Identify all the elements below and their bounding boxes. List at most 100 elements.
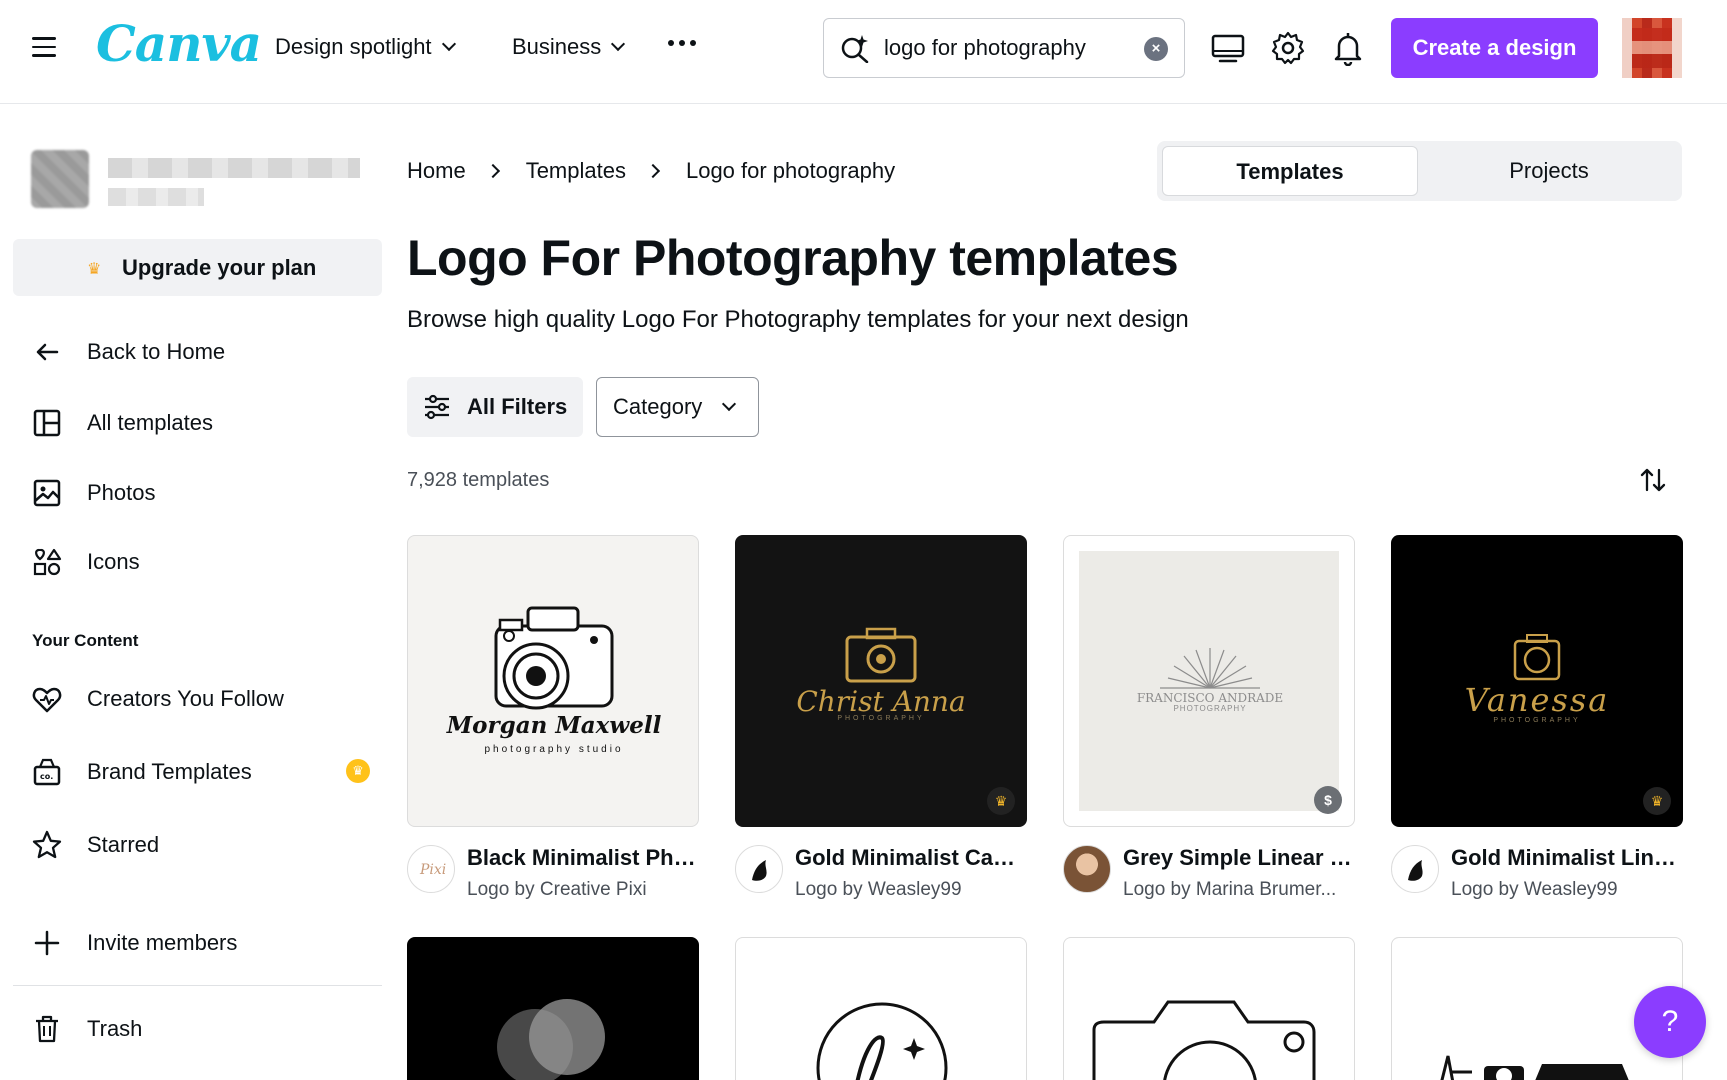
art-brand-name: Vanessa: [1464, 681, 1610, 719]
sidebar-item-icons[interactable]: Icons: [31, 546, 140, 578]
sidebar-item-creators-follow[interactable]: Creators You Follow: [31, 683, 284, 715]
search-value: logo for photography: [884, 35, 1086, 60]
sidebar-item-label: Brand Templates: [87, 759, 252, 784]
help-button[interactable]: ?: [1634, 986, 1706, 1058]
art-brand-sub: PHOTOGRAPHY: [837, 715, 925, 722]
template-thumbnail[interactable]: [735, 937, 1027, 1080]
nav-business[interactable]: Business: [512, 34, 626, 60]
creator-avatar[interactable]: [1063, 845, 1111, 893]
template-card[interactable]: FRANCISCO ANDRADE PHOTOGRAPHY $ Grey Sim…: [1063, 535, 1355, 913]
your-content-heading: Your Content: [32, 631, 139, 650]
crown-icon: ♛: [87, 261, 102, 278]
sidebar-divider: [13, 985, 382, 986]
card-author[interactable]: Logo by Weasley99: [1451, 879, 1683, 901]
breadcrumb-home[interactable]: Home: [407, 158, 466, 184]
template-card[interactable]: Vanessa PHOTOGRAPHY ♛ Gold Minimalist Li…: [1391, 535, 1683, 913]
breadcrumb: Home Templates Logo for photography: [407, 158, 895, 184]
pro-crown-icon: ♛: [987, 787, 1015, 815]
upgrade-label: Upgrade your plan: [122, 254, 317, 280]
template-thumbnail[interactable]: FRANCISCO ANDRADE PHOTOGRAPHY $: [1063, 535, 1355, 827]
search-input[interactable]: logo for photography ×: [823, 18, 1185, 78]
tab-templates[interactable]: Templates: [1162, 146, 1418, 196]
creator-avatar[interactable]: [735, 845, 783, 893]
template-card[interactable]: Christ Anna PHOTOGRAPHY ♛ Gold Minimalis…: [735, 535, 1027, 913]
card-meta: Grey Simple Linear f... Logo by Marina B…: [1063, 843, 1355, 913]
chevron-down-icon: [611, 36, 626, 52]
creator-avatar[interactable]: Pixi: [407, 845, 455, 893]
camera-logo-art: [494, 606, 614, 710]
card-title[interactable]: Black Minimalist Pho...: [467, 845, 699, 871]
arrow-left-icon: [36, 343, 59, 361]
shapes-icon: [33, 548, 62, 576]
heart-follow-icon: [32, 687, 62, 713]
sidebar-item-brand-templates[interactable]: co. Brand Templates: [31, 756, 252, 788]
user-avatar[interactable]: [1622, 18, 1682, 78]
sidebar: ♛ Upgrade your plan Back to Home All tem…: [0, 104, 392, 1080]
star-icon: [32, 830, 62, 859]
gear-icon[interactable]: [1270, 30, 1306, 66]
sidebar-item-photos[interactable]: Photos: [31, 477, 156, 509]
card-title[interactable]: Gold Minimalist Line...: [1451, 845, 1683, 871]
script-circle-art: [816, 1002, 948, 1080]
menu-icon[interactable]: [32, 37, 56, 59]
art-brand-name: Morgan Maxwell: [446, 712, 662, 739]
brand-kit-icon: co.: [33, 758, 61, 786]
sidebar-item-label: Back to Home: [87, 339, 226, 364]
template-thumbnail[interactable]: Vanessa PHOTOGRAPHY ♛: [1391, 535, 1683, 827]
sidebar-item-label: Starred: [87, 832, 160, 857]
plus-icon: [34, 930, 60, 956]
template-thumbnail[interactable]: Christ Anna PHOTOGRAPHY ♛: [735, 535, 1027, 827]
sort-icon[interactable]: [1637, 464, 1669, 496]
card-author[interactable]: Logo by Creative Pixi: [467, 879, 699, 901]
sidebar-item-starred[interactable]: Starred: [31, 829, 159, 861]
sidebar-item-label: Photos: [87, 480, 156, 505]
avatar-text: Pixi: [420, 862, 447, 878]
chevron-right-icon: [485, 163, 500, 179]
card-author[interactable]: Logo by Marina Brumer...: [1123, 879, 1355, 901]
card-meta: Pixi Black Minimalist Pho... Logo by Cre…: [407, 843, 699, 913]
all-filters-button[interactable]: All Filters: [407, 377, 583, 437]
template-card[interactable]: Morgan Maxwell photography studio Pixi B…: [407, 535, 699, 913]
tab-projects[interactable]: Projects: [1421, 146, 1677, 196]
nav-label: Design spotlight: [275, 34, 432, 59]
trash-icon: [36, 1015, 58, 1043]
sidebar-item-trash[interactable]: Trash: [31, 1013, 142, 1045]
page-subtitle: Browse high quality Logo For Photography…: [407, 306, 1189, 333]
sidebar-item-all-templates[interactable]: All templates: [31, 407, 213, 439]
gold-camera-art: [845, 627, 917, 683]
bell-icon[interactable]: [1330, 30, 1366, 66]
desktop-icon[interactable]: [1210, 30, 1246, 66]
card-title[interactable]: Gold Minimalist Cam...: [795, 845, 1027, 871]
category-dropdown[interactable]: Category: [596, 377, 759, 437]
upgrade-plan-button[interactable]: ♛ Upgrade your plan: [13, 239, 382, 296]
card-title[interactable]: Grey Simple Linear f...: [1123, 845, 1355, 871]
team-name-redacted: [108, 158, 360, 178]
pro-crown-icon: ♛: [1643, 787, 1671, 815]
creator-avatar[interactable]: [1391, 845, 1439, 893]
creator-logo-icon: [752, 860, 767, 881]
invite-members-button[interactable]: Invite members: [31, 927, 237, 959]
card-meta: Gold Minimalist Line... Logo by Weasley9…: [1391, 843, 1683, 913]
breadcrumb-current: Logo for photography: [685, 158, 896, 183]
card-author[interactable]: Logo by Weasley99: [795, 879, 1027, 901]
sunrise-lines-art: [1160, 648, 1260, 689]
canva-logo[interactable]: Canva: [96, 14, 262, 73]
template-thumbnail[interactable]: [1063, 937, 1355, 1080]
card-meta: Gold Minimalist Cam... Logo by Weasley99: [735, 843, 1027, 913]
nav-design-spotlight[interactable]: Design spotlight: [275, 34, 456, 60]
invite-label: Invite members: [87, 930, 238, 955]
more-icon[interactable]: [668, 40, 696, 46]
category-label: Category: [613, 394, 703, 419]
breadcrumb-templates[interactable]: Templates: [526, 158, 626, 184]
sidebar-item-back-home[interactable]: Back to Home: [31, 336, 225, 368]
line-camera-art: [1092, 1000, 1316, 1080]
template-thumbnail[interactable]: Morgan Maxwell photography studio: [407, 535, 699, 827]
nav-label: Business: [512, 34, 602, 59]
template-thumbnail[interactable]: [407, 937, 699, 1080]
circles-art: [497, 999, 605, 1080]
sidebar-item-label: Creators You Follow: [87, 686, 284, 711]
team-avatar[interactable]: [31, 150, 89, 208]
clear-icon[interactable]: ×: [1144, 37, 1168, 61]
trash-label: Trash: [87, 1016, 143, 1041]
create-design-button[interactable]: Create a design: [1391, 18, 1598, 78]
